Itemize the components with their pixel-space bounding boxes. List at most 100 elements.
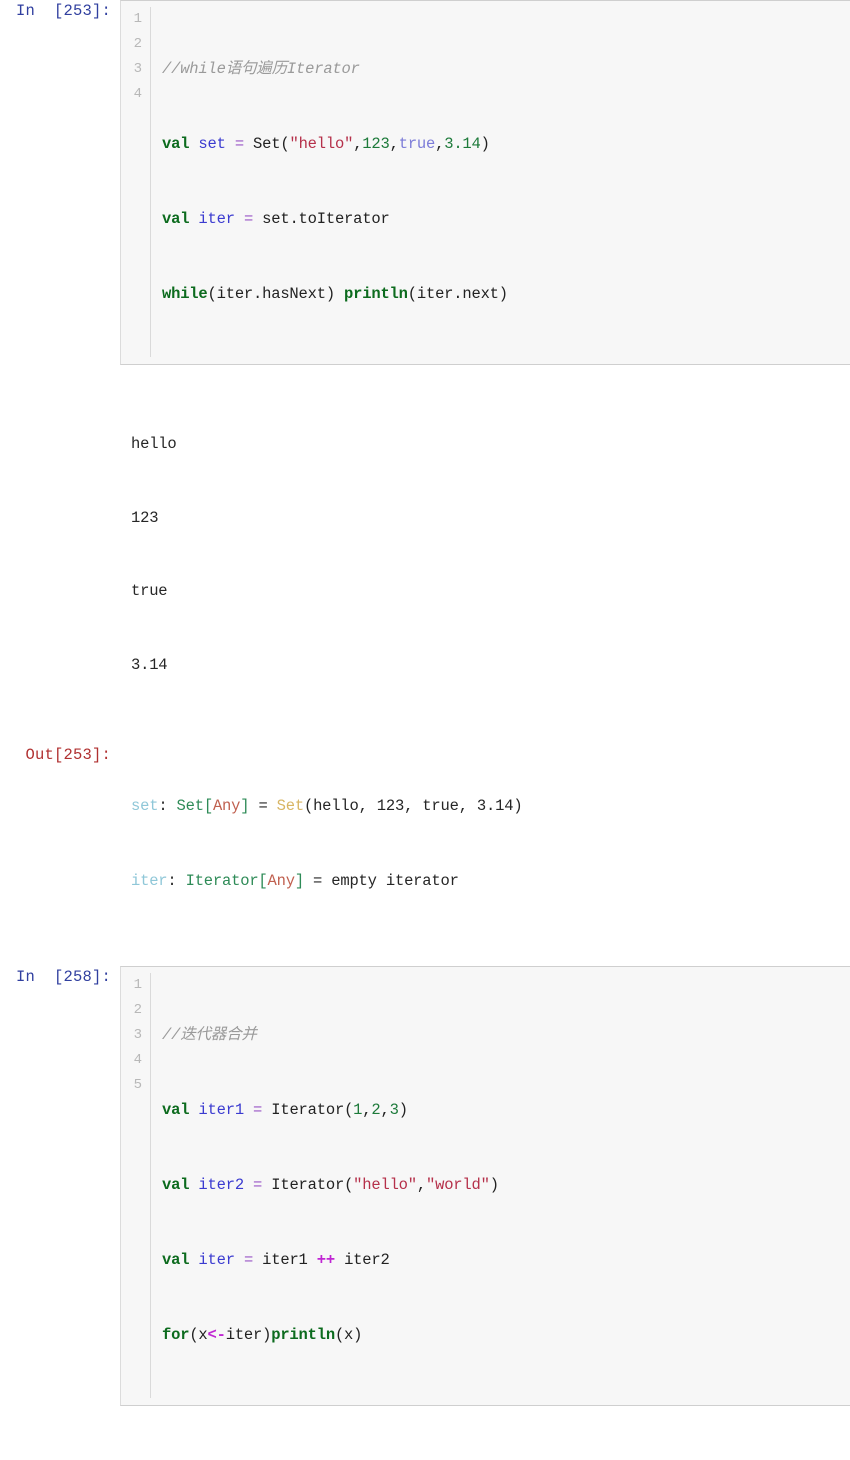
result-line: iter: Iterator[Any] = empty iterator xyxy=(131,869,850,894)
code-token: Any xyxy=(267,872,296,890)
code-token: iter1 xyxy=(253,1251,317,1269)
line-number: 1 xyxy=(133,11,142,27)
code-cell-input[interactable]: In [253]: 1 2 3 4 //while语句遍历Iterator va… xyxy=(0,0,850,365)
code-editor-258[interactable]: 1 2 3 4 5 //迭代器合并 val iter1 = Iterator(1… xyxy=(120,966,850,1406)
code-token: ] xyxy=(294,872,304,890)
code-line: while(iter.hasNext) println(iter.next) xyxy=(162,282,850,307)
code-token: , xyxy=(380,1101,390,1119)
code-token: = xyxy=(253,1101,263,1119)
stdout-line: 123 xyxy=(131,508,159,527)
code-token: 3.14 xyxy=(444,135,481,153)
code-cell-input[interactable]: In [258]: 1 2 3 4 5 //迭代器合并 val iter1 = … xyxy=(0,966,850,1406)
result-text-253: set: Set[Any] = Set(hello, 123, true, 3.… xyxy=(120,744,850,944)
in-prompt-258[interactable]: In [258]: xyxy=(0,966,120,988)
code-token: , xyxy=(389,135,399,153)
code-token: 123 xyxy=(362,135,390,153)
code-token: (x) xyxy=(334,1326,363,1344)
code-token: val xyxy=(162,1176,190,1194)
code-token: Iterator( xyxy=(262,1101,354,1119)
code-token: ″world″ xyxy=(426,1176,490,1194)
code-token: ) xyxy=(480,135,490,153)
stdout-text-258: 1 2 3 hello world xyxy=(120,1424,850,1460)
code-token: (iter.hasNext) xyxy=(207,285,345,303)
code-token: ++ xyxy=(316,1251,335,1269)
line-number-gutter-253: 1 2 3 4 xyxy=(121,7,151,357)
code-token: , xyxy=(435,135,445,153)
code-token: = xyxy=(243,210,254,228)
code-line: val iter2 = Iterator(″hello″,″world″) xyxy=(162,1173,850,1198)
code-text-258[interactable]: //迭代器合并 val iter1 = Iterator(1,2,3) val … xyxy=(151,973,850,1398)
code-token: println xyxy=(344,285,408,303)
code-token: Any xyxy=(212,797,241,815)
code-token: , xyxy=(416,1176,426,1194)
stdout-text-253: hello 123 true 3.14 xyxy=(120,383,850,726)
code-token: = xyxy=(249,797,277,815)
code-token: iter xyxy=(131,872,168,890)
in-prompt-253[interactable]: In [253]: xyxy=(0,0,120,22)
code-token: Set xyxy=(276,797,305,815)
code-token: ) xyxy=(489,1176,499,1194)
code-token: Set xyxy=(176,797,205,815)
code-line: val iter = set.toIterator xyxy=(162,207,850,232)
stdout-line: hello xyxy=(131,435,177,453)
code-token: ″hello″ xyxy=(353,1176,417,1194)
code-token: = empty iterator xyxy=(303,872,459,890)
code-token: ] xyxy=(240,797,250,815)
code-token: //while语句遍历Iterator xyxy=(162,60,360,78)
code-token: Iterator( xyxy=(262,1176,354,1194)
code-line: for(x<-iter)println(x) xyxy=(162,1323,850,1348)
code-token: set.toIterator xyxy=(253,210,390,228)
line-number: 3 xyxy=(133,61,142,77)
stdout-line: true xyxy=(131,582,168,600)
code-editor-253[interactable]: 1 2 3 4 //while语句遍历Iterator val set = Se… xyxy=(120,0,850,365)
result-output-253: Out[253]: set: Set[Any] = Set(hello, 123… xyxy=(0,744,850,944)
code-token: [ xyxy=(203,797,213,815)
code-token: Set( xyxy=(243,135,290,153)
prompt-placeholder xyxy=(0,1424,120,1446)
code-token: iter2 xyxy=(334,1251,390,1269)
code-token: iter xyxy=(198,1251,235,1269)
code-token: println xyxy=(271,1326,335,1344)
code-token: = xyxy=(243,1251,254,1269)
code-token: = xyxy=(234,135,244,153)
line-number: 3 xyxy=(133,1027,142,1043)
line-number: 2 xyxy=(133,36,142,52)
prompt-placeholder xyxy=(0,383,120,405)
code-token: , xyxy=(362,1101,372,1119)
code-token: 1 xyxy=(353,1101,363,1119)
code-line: //while语句遍历Iterator xyxy=(162,57,850,82)
code-token: 3 xyxy=(389,1101,399,1119)
line-number-gutter-258: 1 2 3 4 5 xyxy=(121,973,151,1398)
notebook-container: In [253]: 1 2 3 4 //while语句遍历Iterator va… xyxy=(0,0,850,1460)
line-number: 4 xyxy=(133,1052,142,1068)
code-token: //迭代器合并 xyxy=(162,1026,257,1044)
code-token: for xyxy=(162,1326,190,1344)
code-token: while xyxy=(162,285,208,303)
code-token: val xyxy=(162,1101,190,1119)
code-token: <- xyxy=(207,1326,226,1344)
out-prompt-253[interactable]: Out[253]: xyxy=(0,744,120,766)
code-token: iter) xyxy=(225,1326,272,1344)
code-line: val iter1 = Iterator(1,2,3) xyxy=(162,1098,850,1123)
code-token: ″hello″ xyxy=(289,135,354,153)
code-token: [ xyxy=(258,872,268,890)
code-token: (hello, 123, true, 3.14) xyxy=(303,797,523,815)
code-token: (x xyxy=(189,1326,208,1344)
line-number: 1 xyxy=(133,977,142,993)
code-token: : xyxy=(158,797,177,815)
code-line: val iter = iter1 ++ iter2 xyxy=(162,1248,850,1273)
code-line: //迭代器合并 xyxy=(162,1023,850,1048)
code-token: , xyxy=(353,135,363,153)
result-line: set: Set[Any] = Set(hello, 123, true, 3.… xyxy=(131,794,850,819)
code-text-253[interactable]: //while语句遍历Iterator val set = Set(″hello… xyxy=(151,7,850,357)
code-token: iter1 xyxy=(198,1101,244,1119)
